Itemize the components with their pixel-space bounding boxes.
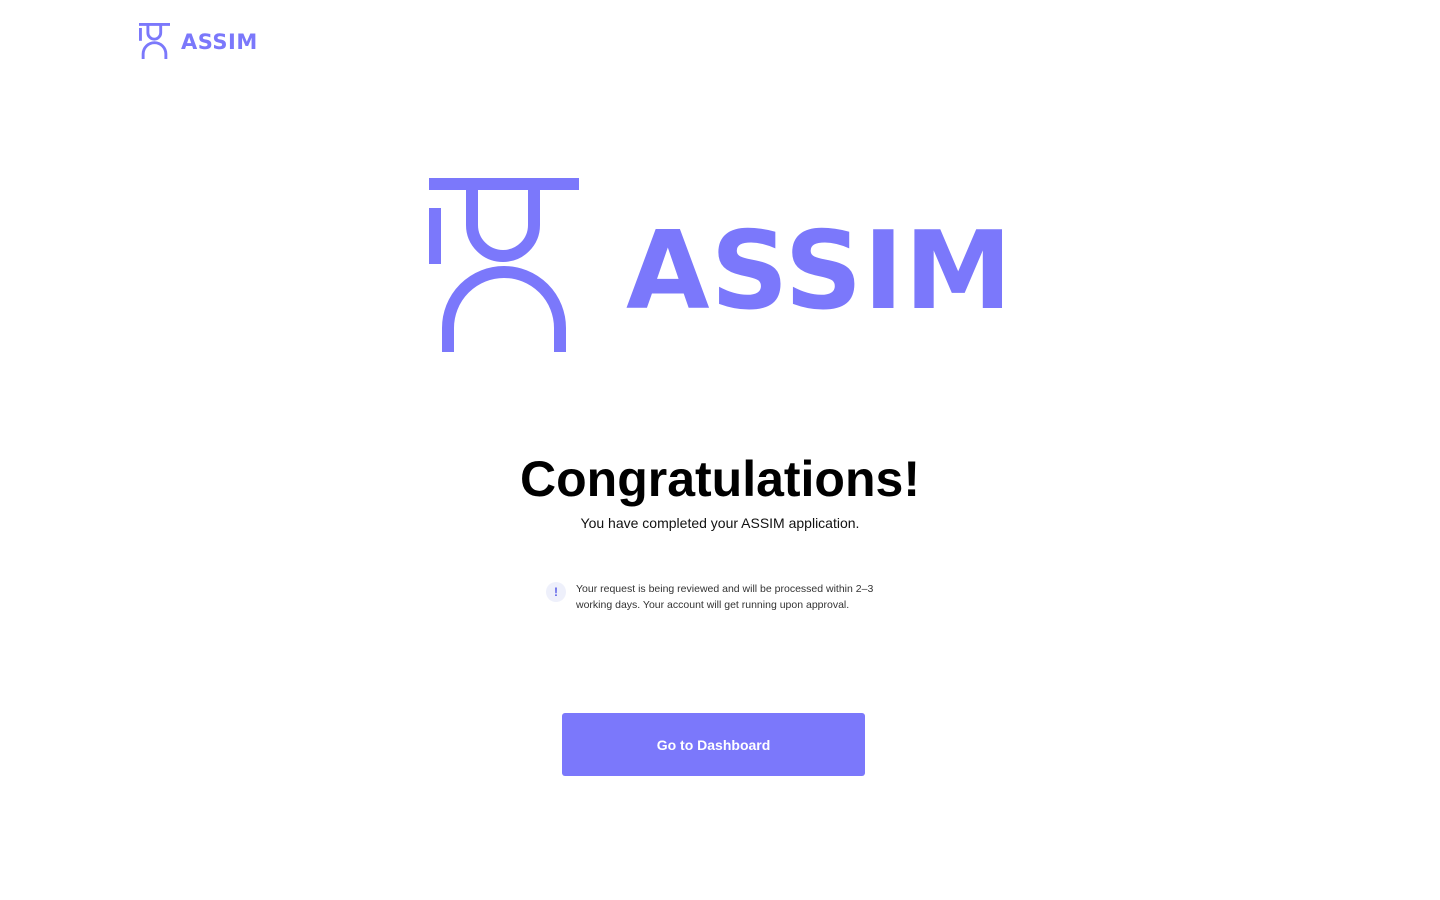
assim-logo-icon bbox=[139, 23, 170, 59]
review-notice: ! Your request is being reviewed and wil… bbox=[546, 581, 906, 613]
go-to-dashboard-button[interactable]: Go to Dashboard bbox=[562, 713, 865, 776]
page-subtitle: You have completed your ASSIM applicatio… bbox=[580, 515, 860, 531]
page-title: Congratulations! bbox=[520, 451, 920, 507]
application-complete-page: ASSIM ASSIM Congratulations! You have co… bbox=[0, 0, 1440, 900]
review-notice-text: Your request is being reviewed and will … bbox=[576, 583, 874, 611]
hero-logo-text: ASSIM bbox=[626, 209, 1013, 334]
hero-logo: ASSIM bbox=[429, 178, 1012, 354]
header-logo-text: ASSIM bbox=[181, 29, 258, 54]
info-icon: ! bbox=[546, 582, 566, 602]
assim-logo-large-icon bbox=[429, 178, 579, 352]
header-logo[interactable]: ASSIM bbox=[139, 23, 258, 59]
